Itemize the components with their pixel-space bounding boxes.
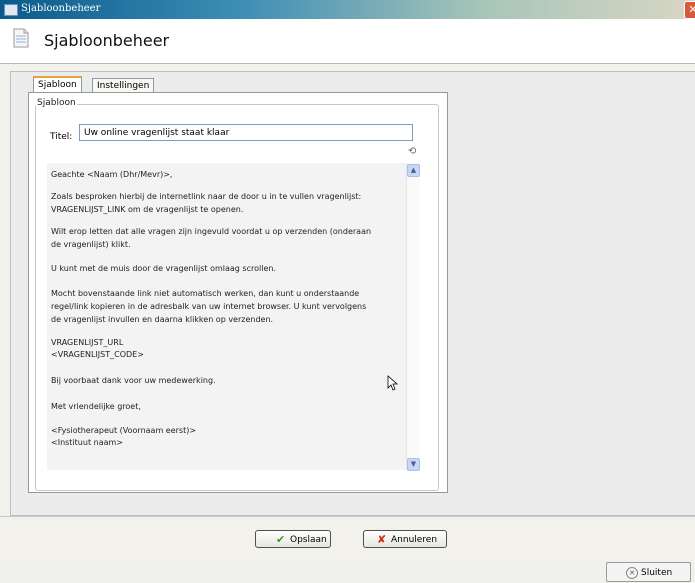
cancel-label: Annuleren <box>391 535 438 545</box>
footer-band <box>0 516 695 561</box>
x-icon: ✘ <box>377 533 387 546</box>
circle-x-icon: ✕ <box>626 567 638 579</box>
titel-input[interactable] <box>79 124 413 141</box>
body-line: Wilt erop letten dat alle vragen zijn in… <box>51 227 372 236</box>
tab-instellingen[interactable]: Instellingen <box>92 78 155 93</box>
mouse-cursor-icon <box>387 375 399 391</box>
body-line: Met vriendelijke groet, <box>51 402 141 411</box>
body-line: de vragenlijst) klikt. <box>51 240 131 249</box>
document-icon <box>13 28 29 48</box>
titel-label: Titel: <box>50 132 73 142</box>
body-line: de vragenlijst invullen en daarna klikke… <box>51 315 274 324</box>
page-title: Sjabloonbeheer <box>44 31 170 50</box>
close-button[interactable]: ✕ Sluiten <box>606 562 691 582</box>
tab-sjabloon[interactable]: Sjabloon <box>33 76 82 93</box>
window-icon <box>4 4 18 16</box>
body-line: Geachte <Naam (Dhr/Mevr)>, <box>51 170 173 179</box>
body-line: <Instituut naam> <box>51 438 123 447</box>
body-line: <Fysiotherapeut (Voornaam eerst)> <box>51 426 197 435</box>
body-line: VRAGENLIJST_LINK om de vragenlijst te op… <box>51 205 244 214</box>
body-line: VRAGENLIJST_URL <box>51 338 124 347</box>
scrollbar[interactable] <box>406 163 420 470</box>
scroll-up-button[interactable]: ▲ <box>407 164 420 177</box>
group-label: Sjabloon <box>36 98 77 108</box>
bottom-bar <box>0 560 695 583</box>
save-button[interactable]: ✔ Opslaan <box>255 530 331 548</box>
window-title: Sjabloonbeheer <box>21 3 101 14</box>
page-header: Sjabloonbeheer <box>0 19 695 63</box>
clear-icon[interactable]: ⟲ <box>408 147 420 157</box>
body-line: <VRAGENLIJST_CODE> <box>51 350 144 359</box>
save-label: Opslaan <box>290 535 327 545</box>
body-line: Bij voorbaat dank voor uw medewerking. <box>51 376 216 385</box>
body-line: Mocht bovenstaande link niet automatisch… <box>51 289 360 298</box>
window-titlebar: Sjabloonbeheer ✕ <box>0 0 695 19</box>
scroll-down-button[interactable]: ▼ <box>407 458 420 471</box>
window-close-button[interactable]: ✕ <box>684 1 695 19</box>
body-line: regel/link kopieren in de adresbalk van … <box>51 302 367 311</box>
body-line: Zoals besproken hierbij de internetlink … <box>51 192 362 201</box>
body-line: U kunt met de muis door de vragenlijst o… <box>51 264 276 273</box>
cancel-button[interactable]: ✘ Annuleren <box>363 530 447 548</box>
close-label: Sluiten <box>641 568 673 578</box>
checkmark-icon: ✔ <box>276 533 286 546</box>
